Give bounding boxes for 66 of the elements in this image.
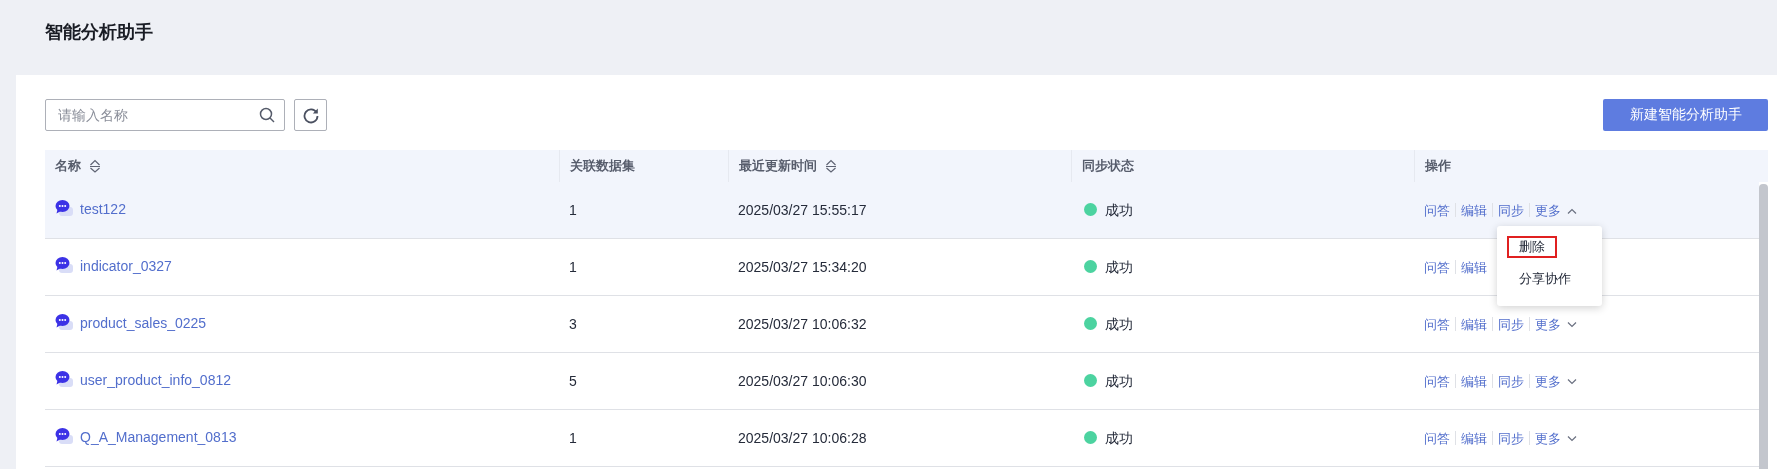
scrollbar[interactable]	[1759, 184, 1768, 469]
chat-bubble-icon	[55, 427, 73, 445]
chat-bubble-icon	[55, 313, 73, 331]
status-text: 成功	[1105, 430, 1133, 448]
caret-icon[interactable]	[1567, 379, 1577, 385]
new-assistant-button[interactable]: 新建智能分析助手	[1603, 99, 1768, 131]
search-field[interactable]: 请输入名称	[45, 99, 285, 131]
more-link[interactable]: 更多	[1535, 373, 1577, 391]
action-link[interactable]: 编辑	[1461, 373, 1487, 391]
table-row[interactable]: product_sales_0225 3 2025/03/27 10:06:32 成功 问答 编辑 同步 更多	[45, 296, 1759, 353]
table-row[interactable]: Q_A_Management_0813 1 2025/03/27 10:06:28 成功 问答 编辑 同步 更多	[45, 410, 1759, 467]
table-cell: 2025/03/27 10:06:30	[738, 373, 867, 389]
action-link[interactable]: 同步	[1498, 202, 1524, 220]
caret-icon[interactable]	[1567, 322, 1577, 328]
refresh-button[interactable]	[294, 99, 327, 131]
sort-icon[interactable]	[89, 159, 101, 173]
table-row[interactable]: user_product_info_0812 5 2025/03/27 10:06:30 成功 问答 编辑 同步 更多	[45, 353, 1759, 410]
table-cell: 3	[569, 316, 577, 332]
search-icon	[259, 107, 275, 123]
table-cell: 1	[569, 430, 577, 446]
menu-item[interactable]: 删除	[1507, 236, 1557, 258]
table-cell: 1	[569, 202, 577, 218]
column-header: 操作	[1425, 157, 1451, 175]
status-text: 成功	[1105, 373, 1133, 391]
column-header: 同步状态	[1082, 157, 1134, 175]
table-cell: 2025/03/27 15:34:20	[738, 259, 867, 275]
more-link[interactable]: 更多	[1535, 430, 1577, 448]
action-link[interactable]: 问答	[1424, 259, 1450, 277]
sort-icon[interactable]	[825, 159, 837, 173]
column-header: 最近更新时间	[739, 157, 817, 175]
more-link[interactable]: 更多	[1535, 316, 1577, 334]
chat-bubble-icon	[55, 256, 73, 274]
action-link[interactable]: 同步	[1498, 373, 1524, 391]
assistant-name-link[interactable]: indicator_0327	[80, 258, 172, 274]
action-link[interactable]: 问答	[1424, 202, 1450, 220]
status-text: 成功	[1105, 202, 1133, 220]
status-text: 成功	[1105, 316, 1133, 334]
assistant-name-link[interactable]: user_product_info_0812	[80, 372, 231, 388]
table-cell: 5	[569, 373, 577, 389]
page-title: 智能分析助手	[45, 20, 153, 44]
caret-icon[interactable]	[1567, 436, 1577, 442]
column-header: 关联数据集	[570, 157, 635, 175]
table-cell: 2025/03/27 10:06:28	[738, 430, 867, 446]
more-link[interactable]: 更多	[1535, 202, 1577, 220]
assistant-name-link[interactable]: product_sales_0225	[80, 315, 207, 331]
refresh-icon[interactable]	[301, 106, 320, 124]
caret-icon[interactable]	[1567, 208, 1577, 214]
action-link[interactable]: 编辑	[1461, 430, 1487, 448]
chat-bubble-icon	[55, 199, 73, 217]
action-link[interactable]: 同步	[1498, 430, 1524, 448]
assistant-name-link[interactable]: Q_A_Management_0813	[80, 429, 237, 445]
menu-item[interactable]: 分享协作	[1507, 268, 1583, 290]
action-link[interactable]: 编辑	[1461, 202, 1487, 220]
table-cell: 2025/03/27 15:55:17	[738, 202, 867, 218]
action-link[interactable]: 编辑	[1461, 259, 1487, 277]
action-link[interactable]: 同步	[1498, 316, 1524, 334]
table-cell: 1	[569, 259, 577, 275]
action-link[interactable]: 编辑	[1461, 316, 1487, 334]
column-header: 名称	[55, 157, 81, 175]
action-link[interactable]: 问答	[1424, 430, 1450, 448]
status-text: 成功	[1105, 259, 1133, 277]
action-link[interactable]: 问答	[1424, 373, 1450, 391]
table-cell: 2025/03/27 10:06:32	[738, 316, 867, 332]
assistant-name-link[interactable]: test122	[80, 201, 126, 217]
chat-bubble-icon	[55, 370, 73, 388]
action-link[interactable]: 问答	[1424, 316, 1450, 334]
